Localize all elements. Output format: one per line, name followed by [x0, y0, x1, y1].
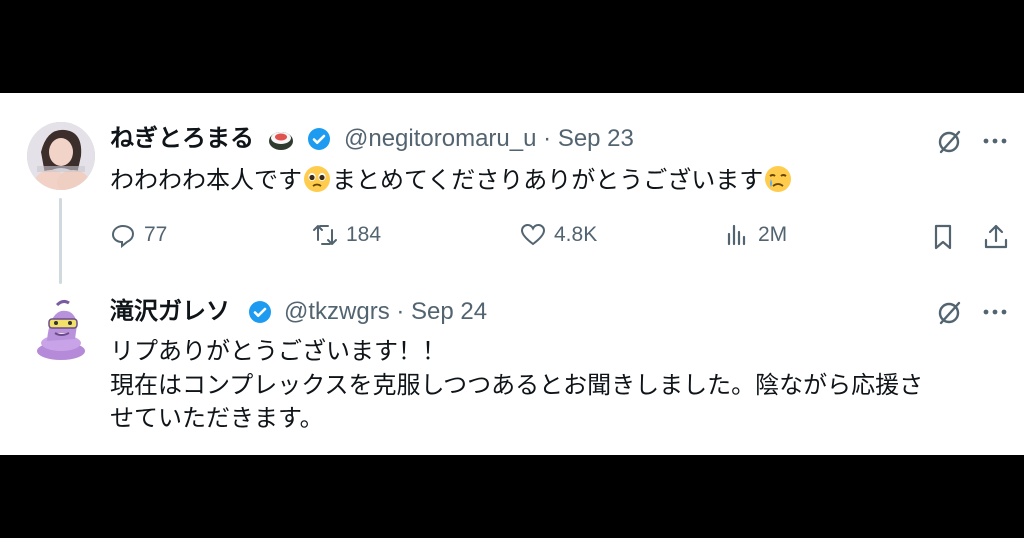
retweet-button[interactable]: 184	[312, 222, 381, 248]
tweet-text-line: リプありがとうございます！！	[110, 338, 446, 365]
avatar[interactable]	[27, 295, 95, 363]
analytics-icon	[727, 224, 746, 246]
retweet-icon	[313, 225, 337, 245]
avatar-photo	[27, 122, 95, 190]
author-name[interactable]: ねぎとろまる	[110, 124, 254, 154]
sushi-icon	[269, 132, 293, 150]
more-options-icon[interactable]	[980, 126, 1010, 156]
separator-dot: ·	[543, 125, 552, 152]
tweet-text-part2: まとめてくださりありがとうございます	[332, 167, 764, 194]
view-count: 2M	[758, 223, 788, 246]
handle-text: @tkzwgrs	[284, 298, 390, 325]
author-handle[interactable]: @tkzwgrs · Sep 24	[284, 297, 487, 327]
reply-icon	[111, 224, 135, 248]
like-button[interactable]: 4.8K	[520, 222, 597, 248]
thread-line	[59, 198, 62, 284]
verified-badge-icon	[308, 128, 330, 150]
author-name[interactable]: 滝沢ガレソ	[110, 297, 230, 327]
separator-dot: ·	[396, 298, 405, 325]
snake-mascot-icon	[37, 299, 85, 360]
tweet-date[interactable]: Sep 24	[411, 298, 487, 325]
avatar[interactable]	[27, 122, 95, 190]
grok-icon[interactable]	[935, 126, 965, 156]
heart-icon	[520, 223, 546, 246]
reply-button[interactable]: 77	[110, 222, 167, 248]
handle-text: @negitoromaru_u	[344, 125, 537, 152]
tweet-text-part1: わわわわ本人です	[110, 167, 302, 194]
crying-face-icon	[765, 166, 792, 192]
grok-icon[interactable]	[935, 297, 965, 327]
pleading-face-icon	[304, 166, 330, 192]
bookmark-icon[interactable]	[928, 222, 958, 252]
retweet-count: 184	[346, 223, 382, 246]
tweet-text-line: せていただきます。	[110, 405, 324, 432]
tweet-text-line: 現在はコンプレックスを克服しつつあるとお聞きしました。陰ながら応援さ	[110, 372, 924, 399]
share-icon[interactable]	[981, 222, 1011, 252]
more-options-icon[interactable]	[980, 297, 1010, 327]
like-count: 4.8K	[554, 223, 598, 246]
tweet-text: わわわわ本人です まとめてくださりありがとうございます	[110, 164, 793, 197]
verified-badge-icon	[249, 301, 271, 323]
author-handle[interactable]: @negitoromaru_u · Sep 23	[344, 124, 634, 154]
tweet-date[interactable]: Sep 23	[558, 125, 634, 152]
reply-count: 77	[144, 223, 168, 246]
views-button[interactable]: 2M	[724, 222, 787, 248]
